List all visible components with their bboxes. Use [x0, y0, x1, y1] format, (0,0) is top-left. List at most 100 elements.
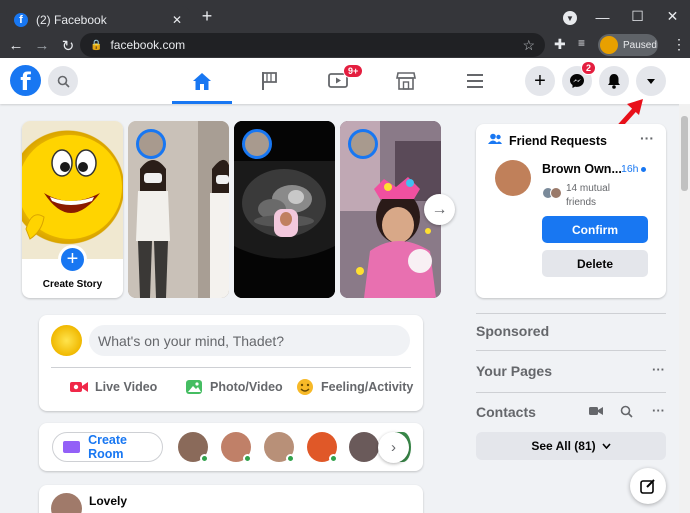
- messenger-icon: [570, 74, 584, 88]
- rooms-next-button[interactable]: ›: [378, 432, 409, 463]
- profile-avatar: [600, 36, 618, 54]
- forward-arrow-icon[interactable]: →: [30, 34, 54, 58]
- caret-down-icon: [647, 78, 655, 84]
- address-bar[interactable]: 🔒 facebook.com ☆: [80, 33, 545, 57]
- new-room-video-icon[interactable]: [589, 406, 603, 416]
- story-card[interactable]: [128, 121, 229, 298]
- story-avatar: [136, 129, 166, 159]
- photo-icon: [184, 378, 204, 396]
- delete-button[interactable]: Delete: [542, 250, 648, 277]
- your-pages-more-icon[interactable]: ···: [652, 362, 665, 377]
- requester-avatar[interactable]: [495, 160, 531, 196]
- compose-edit-icon: [640, 479, 655, 494]
- browser-toolbar: ← → ↻ 🔒 facebook.com ☆ ✚ ≡ Paused ⋮: [0, 33, 690, 58]
- sidebar-divider: [476, 392, 666, 393]
- video-camera-icon: [63, 441, 81, 453]
- stories-next-button[interactable]: →: [424, 194, 455, 225]
- whats-on-your-mind-input[interactable]: What's on your mind, Thadet?: [89, 325, 410, 356]
- room-contact-avatar[interactable]: [178, 432, 209, 463]
- live-video-label: Live Video: [95, 380, 158, 394]
- room-contact-avatar[interactable]: [349, 432, 379, 462]
- requester-name[interactable]: Brown Own...: [542, 162, 622, 176]
- mutual-friends-text: 14 mutual friends: [566, 182, 610, 210]
- nav-pages[interactable]: [240, 66, 300, 96]
- contacts-search-icon[interactable]: [620, 405, 633, 418]
- your-pages-heading: Your Pages: [476, 363, 552, 379]
- story-card[interactable]: [234, 121, 335, 298]
- plus-icon: +: [534, 69, 546, 92]
- post-author-name[interactable]: Lovely: [89, 494, 127, 508]
- account-button[interactable]: [636, 66, 666, 96]
- tab-search-icon[interactable]: ▼: [563, 11, 577, 25]
- browser-titlebar: f (2) Facebook ✕ + ▼ — ☐ ✕: [0, 0, 690, 33]
- confirm-button[interactable]: Confirm: [542, 216, 648, 243]
- create-room-button[interactable]: Create Room: [52, 432, 163, 462]
- sidebar-divider: [476, 350, 666, 351]
- room-contact-avatar[interactable]: [264, 432, 295, 463]
- minimize-button[interactable]: —: [585, 0, 620, 33]
- photo-video-button[interactable]: Photo/Video: [184, 376, 283, 398]
- chevron-down-icon: [602, 443, 611, 449]
- search-button[interactable]: [48, 66, 78, 96]
- url-text: facebook.com: [110, 38, 186, 52]
- watch-badge: 9+: [343, 64, 364, 78]
- room-contact-avatar[interactable]: [307, 432, 338, 463]
- notifications-button[interactable]: [599, 66, 629, 96]
- online-indicator: [243, 454, 252, 463]
- smile-icon: [295, 378, 315, 396]
- bell-icon: [608, 74, 620, 89]
- extensions-puzzle-icon[interactable]: ✚: [554, 36, 566, 53]
- sponsored-heading: Sponsored: [476, 323, 550, 339]
- mutual-line-1: 14 mutual: [566, 183, 610, 194]
- hamburger-icon: [467, 74, 483, 88]
- see-all-contacts-button[interactable]: See All (81): [476, 432, 666, 460]
- maximize-button[interactable]: ☐: [620, 0, 655, 33]
- rooms-bar: Create Room ›: [39, 423, 423, 471]
- reload-icon[interactable]: ↻: [56, 34, 80, 58]
- add-story-plus-icon[interactable]: +: [58, 245, 87, 274]
- window-close-button[interactable]: ✕: [655, 0, 690, 33]
- user-avatar: [51, 325, 82, 356]
- tab-title: (2) Facebook: [36, 12, 107, 27]
- sidebar-divider: [476, 313, 666, 314]
- profile-button[interactable]: Paused: [598, 34, 658, 56]
- mutual-line-2: friends: [566, 197, 597, 208]
- new-tab-button[interactable]: +: [196, 6, 218, 27]
- photo-video-label: Photo/Video: [210, 380, 283, 394]
- feeling-activity-label: Feeling/Activity: [321, 380, 414, 394]
- nav-home[interactable]: [172, 66, 232, 96]
- create-button[interactable]: +: [525, 66, 555, 96]
- contacts-more-icon[interactable]: ···: [652, 403, 665, 418]
- more-options-icon[interactable]: ···: [640, 130, 654, 146]
- contacts-heading: Contacts: [476, 404, 536, 420]
- nav-menu[interactable]: [445, 66, 505, 96]
- create-story-label: Create Story: [42, 279, 103, 290]
- unread-dot: [641, 167, 646, 172]
- post-author-avatar[interactable]: [51, 493, 82, 513]
- create-story-card[interactable]: + Create Story: [22, 121, 123, 298]
- friend-requests-header: Friend Requests: [488, 133, 607, 148]
- back-arrow-icon[interactable]: ←: [4, 34, 28, 58]
- feeling-activity-button[interactable]: Feeling/Activity: [295, 376, 413, 398]
- friend-requests-card: Friend Requests ··· Brown Own... 16h 14 …: [476, 124, 666, 298]
- chevron-right-icon: ›: [391, 439, 396, 456]
- home-icon: [193, 72, 211, 90]
- marketplace-icon: [396, 72, 416, 90]
- scrollbar-thumb[interactable]: [681, 116, 688, 191]
- feed-post: Lovely: [39, 485, 423, 513]
- lock-icon: 🔒: [90, 39, 103, 51]
- live-video-button[interactable]: Live Video: [69, 376, 157, 398]
- browser-tab[interactable]: f (2) Facebook ✕: [6, 6, 190, 33]
- browser-menu-icon[interactable]: ⋮: [672, 36, 686, 53]
- chevron-right-icon: →: [431, 200, 448, 218]
- friend-requests-title: Friend Requests: [509, 133, 607, 148]
- tab-close-icon[interactable]: ✕: [172, 13, 182, 27]
- smiley-emoji-image: [22, 135, 122, 240]
- bookmark-star-icon[interactable]: ☆: [522, 37, 535, 54]
- media-control-icon[interactable]: ≡: [578, 36, 585, 50]
- room-contact-avatar[interactable]: [221, 432, 252, 463]
- online-indicator: [286, 454, 295, 463]
- facebook-logo[interactable]: f: [10, 65, 41, 96]
- nav-marketplace[interactable]: [376, 66, 436, 96]
- new-message-button[interactable]: [630, 468, 666, 504]
